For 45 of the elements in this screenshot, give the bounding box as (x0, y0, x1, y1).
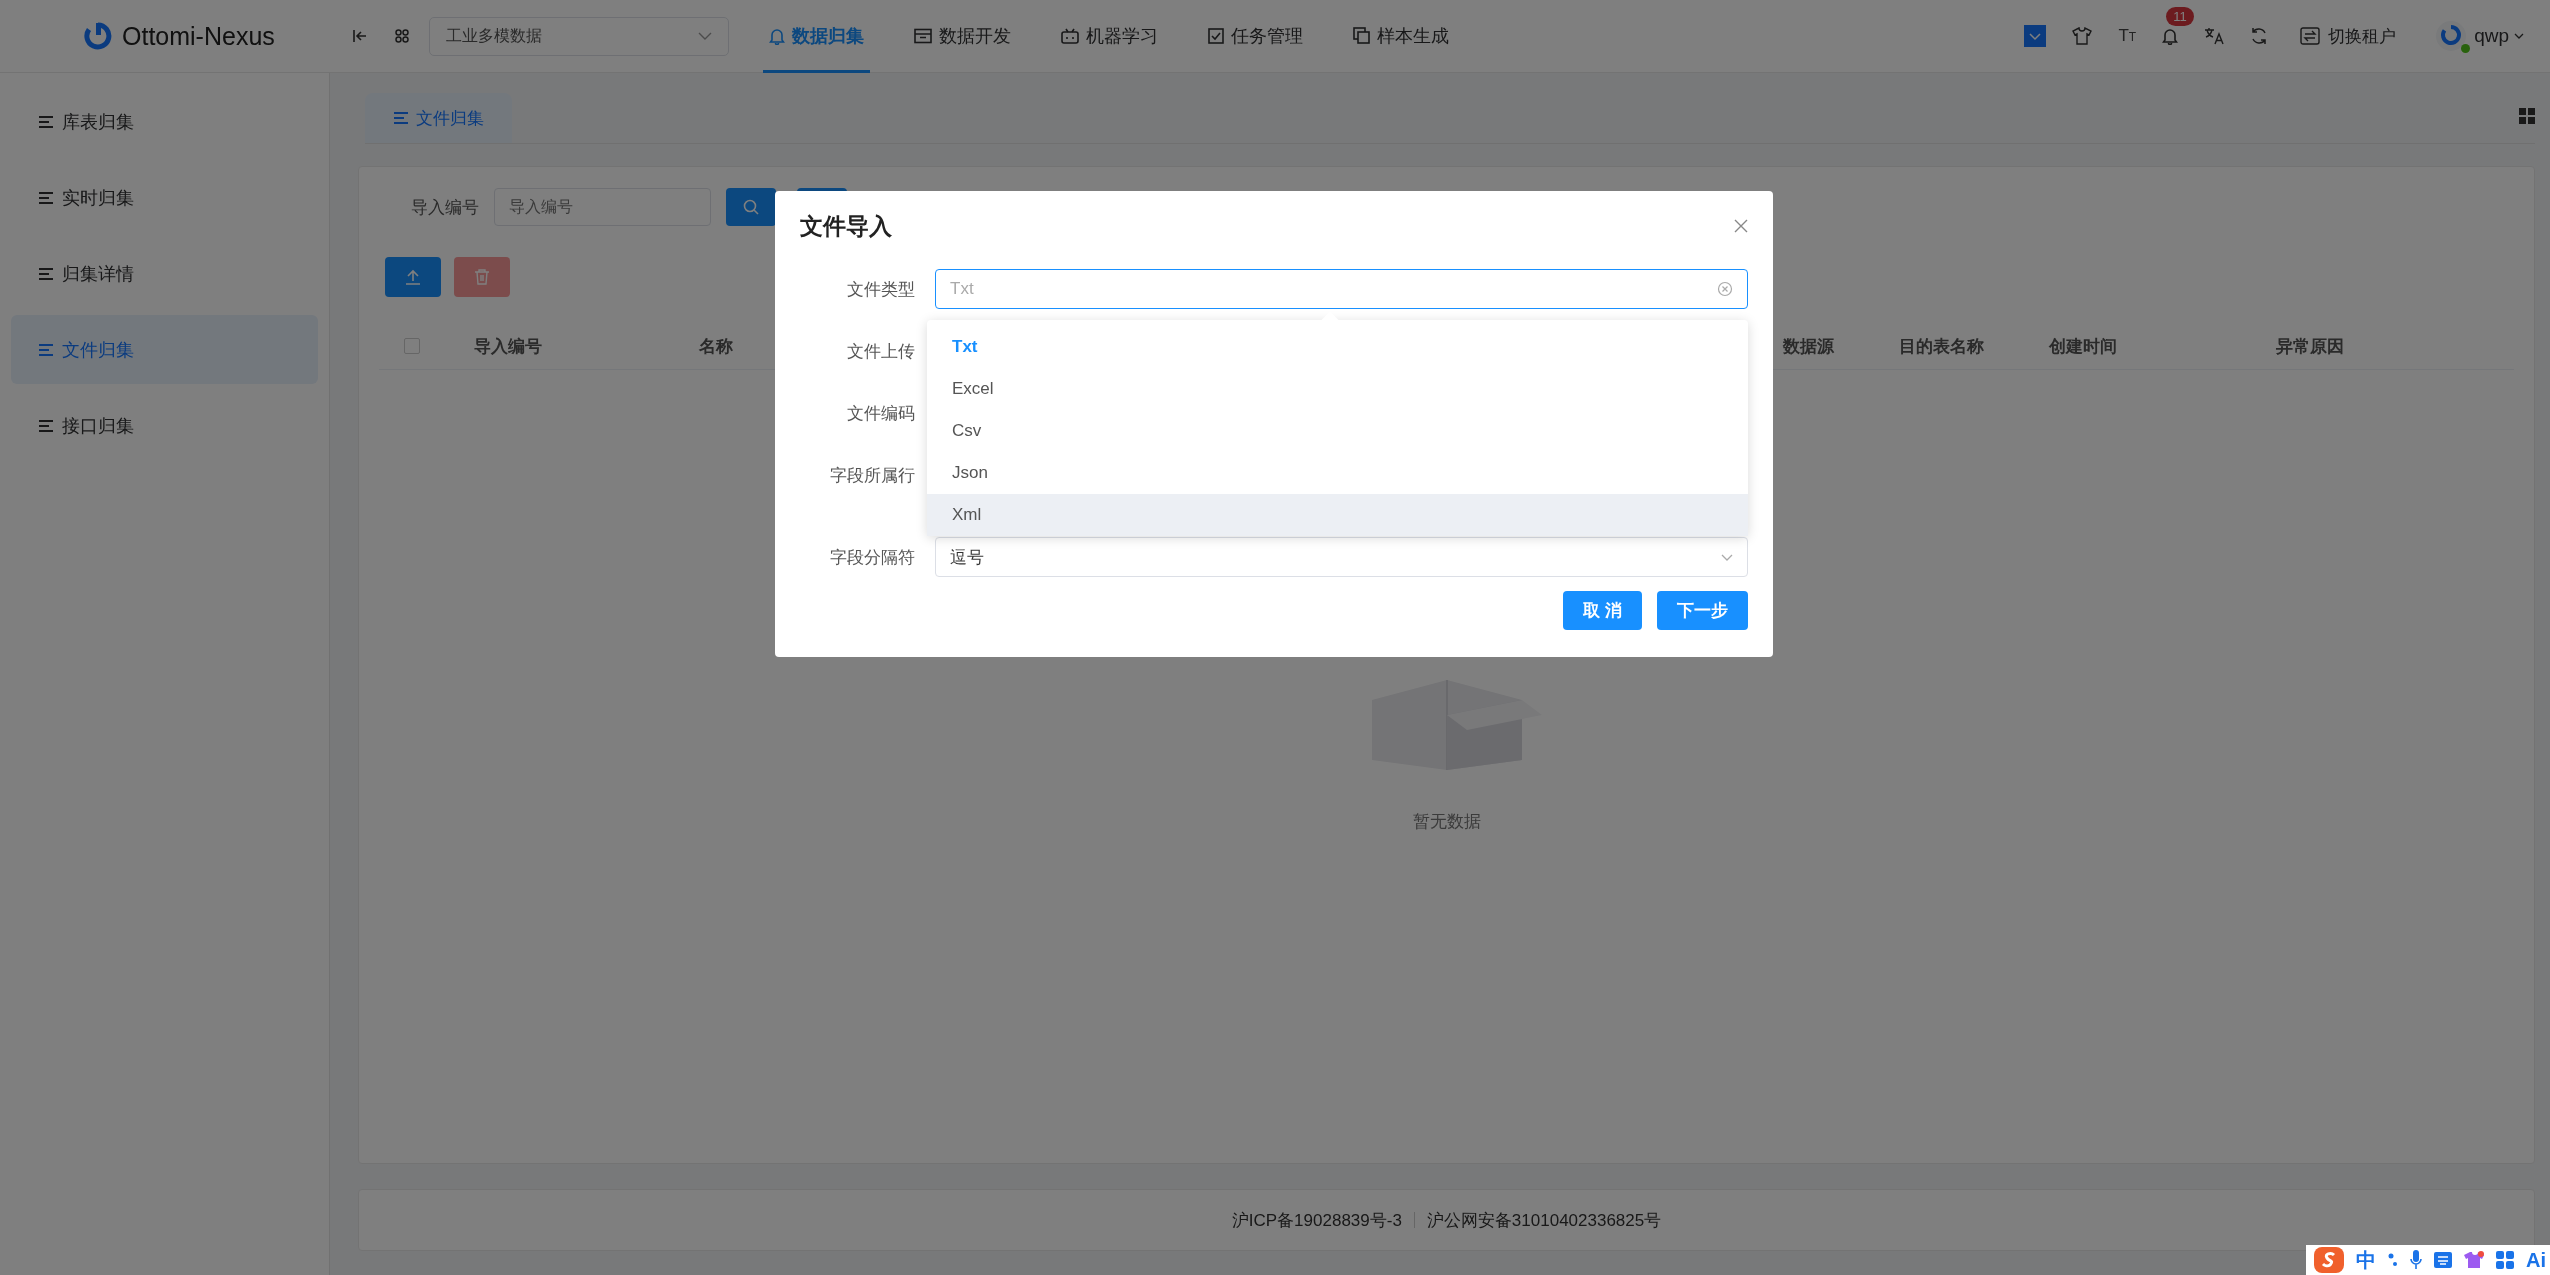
column-header: 数据源 (1783, 335, 1834, 358)
column-header: 名称 (699, 335, 733, 358)
notification-badge: 11 (2166, 7, 2194, 26)
police-link[interactable]: 沪公网安备31010402336825号 (1426, 1208, 1662, 1232)
dropdown-option[interactable]: Excel (927, 368, 1748, 410)
field-label: 文件类型 (846, 278, 916, 301)
nav-tab[interactable]: 数据开发 (907, 0, 1017, 73)
brand-name: Ottomi-Nexus (122, 21, 275, 51)
nav-tab[interactable]: 任务管理 (1201, 0, 1309, 73)
field-label: 文件上传 (846, 340, 916, 363)
column-header: 导入编号 (474, 335, 542, 358)
dropdown-option[interactable]: Json (927, 452, 1748, 494)
switch-tenant-button[interactable]: 切换租户 (2300, 24, 2397, 48)
field-label: 文件编码 (846, 402, 916, 425)
sidebar-item[interactable]: 接口归集 (11, 391, 318, 460)
dropdown-option[interactable]: Csv (927, 410, 1748, 452)
search-label: 导入编号 (411, 196, 479, 219)
ai-button[interactable]: Ai (2526, 1248, 2546, 1272)
column-header: 创建时间 (2049, 335, 2117, 358)
field-label: 字段所属行 (829, 464, 916, 487)
search-field[interactable]: 导入编号 (494, 188, 711, 226)
dialog-title: 文件导入 (800, 211, 892, 241)
sidebar-item[interactable]: 文件归集 (11, 315, 318, 384)
dialog-button[interactable]: 取 消 (1563, 591, 1642, 630)
column-header: 目的表名称 (1899, 335, 1984, 358)
nav-tab[interactable]: 样本生成 (1346, 0, 1455, 73)
nav-tab[interactable]: 数据归集 (762, 0, 870, 73)
dialog-button[interactable]: 下一步 (1657, 591, 1748, 630)
sidebar-item[interactable]: 实时归集 (11, 163, 318, 232)
icp-link[interactable]: 沪ICP备19028839号-3 (1231, 1208, 1402, 1232)
dropdown-option[interactable]: Txt (927, 326, 1748, 368)
field-label: 字段分隔符 (829, 546, 916, 569)
ime-mode-button[interactable]: 中 (2356, 1246, 2376, 1274)
page-tab[interactable]: 文件归集 (365, 93, 512, 143)
nav-tab[interactable]: 机器学习 (1054, 0, 1164, 73)
dropdown-option[interactable]: Xml (927, 494, 1748, 536)
select-field[interactable]: 逗号 (935, 537, 1748, 577)
text-size-button[interactable]: TT (2118, 26, 2137, 46)
project-select[interactable]: 工业多模数据 (428, 16, 729, 56)
sidebar-item[interactable]: 归集详情 (11, 239, 318, 308)
column-header: 异常原因 (2276, 335, 2344, 358)
select-field[interactable]: Txt (935, 269, 1748, 309)
sidebar-item[interactable]: 库表归集 (11, 87, 318, 156)
empty-text: 暂无数据 (1412, 811, 1481, 833)
user-menu[interactable]: qwp (2474, 25, 2524, 47)
